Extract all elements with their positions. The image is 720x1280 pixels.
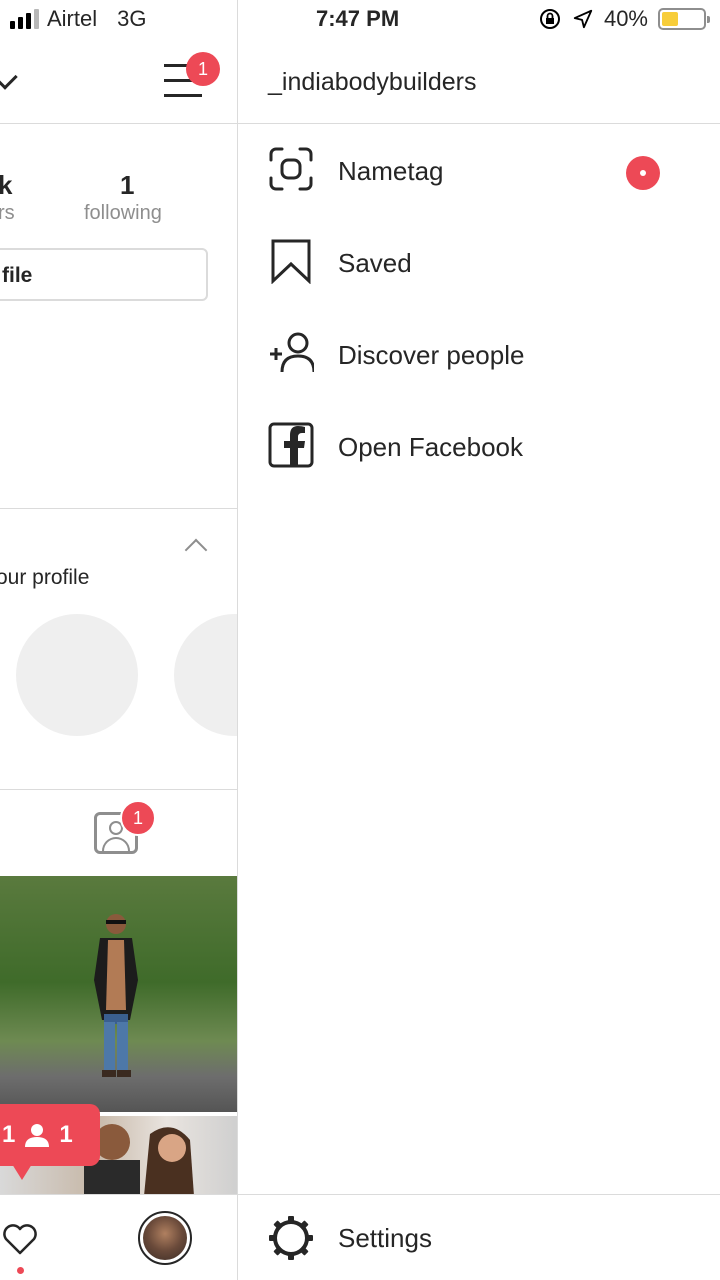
activity-bubble-count-left: 1 xyxy=(2,1121,16,1148)
battery-fill xyxy=(662,12,678,26)
battery-percent: 40% xyxy=(603,6,648,31)
battery-icon xyxy=(658,8,710,30)
divider xyxy=(0,508,237,509)
status-time: 7:47 PM xyxy=(316,6,400,31)
following-count[interactable]: 1 xyxy=(120,170,134,201)
suggestions-text: our profile xyxy=(0,566,90,589)
menu-item-discover-people[interactable]: Discover people xyxy=(238,308,720,400)
settings-label: Settings xyxy=(338,1223,432,1253)
tagged-badge: 1 xyxy=(120,800,156,836)
profile-header: 1 xyxy=(0,40,237,124)
menu-item-label: Saved xyxy=(338,248,412,278)
nametag-icon xyxy=(269,147,313,191)
follower-request-count: 1 xyxy=(59,1121,73,1148)
followers-label: rs xyxy=(0,202,15,224)
activity-notification-bubble[interactable]: 1 1 xyxy=(0,1104,100,1180)
activity-dot xyxy=(17,1267,24,1274)
profile-panel[interactable]: 1 k rs 1 following file our profile 1 xyxy=(0,0,238,1280)
person-icon xyxy=(25,1124,50,1147)
bookmark-icon xyxy=(271,239,311,284)
divider xyxy=(0,789,237,790)
menu-item-open-facebook[interactable]: Open Facebook xyxy=(238,400,720,492)
gear-icon xyxy=(269,1216,313,1260)
bottom-nav xyxy=(0,1194,237,1280)
account-username: _indiabodybuilders xyxy=(268,68,477,96)
suggestion-avatar[interactable] xyxy=(16,614,138,736)
status-right: 40% xyxy=(538,6,710,32)
bodybuilder-figure xyxy=(94,914,138,1077)
menu-notification-badge: 1 xyxy=(186,52,220,86)
chevron-up-icon[interactable] xyxy=(184,538,208,562)
heart-icon[interactable] xyxy=(0,1219,40,1259)
menu-header: _indiabodybuilders xyxy=(238,40,720,124)
menu-item-saved[interactable]: Saved xyxy=(238,216,720,308)
chevron-down-icon[interactable] xyxy=(0,64,18,90)
facebook-icon xyxy=(268,422,314,468)
network-type: 3G xyxy=(117,6,147,31)
edit-profile-button[interactable]: file xyxy=(0,248,208,301)
status-left: Airtel 3G xyxy=(10,6,146,32)
menu-item-label: Discover people xyxy=(338,340,525,370)
suggestion-avatar[interactable] xyxy=(174,614,237,736)
menu-item-nametag[interactable]: Nametag xyxy=(238,124,720,216)
signal-icon xyxy=(10,9,39,29)
followers-count[interactable]: k xyxy=(0,170,12,201)
rotation-lock-icon xyxy=(539,9,560,29)
profile-avatar[interactable] xyxy=(138,1211,192,1265)
nametag-badge xyxy=(626,156,660,190)
menu-item-label: Open Facebook xyxy=(338,432,524,462)
location-icon xyxy=(573,9,593,29)
following-label: following xyxy=(84,202,162,224)
settings-button[interactable]: Settings xyxy=(238,1194,720,1280)
add-person-icon xyxy=(270,332,314,373)
menu-item-label: Nametag xyxy=(338,156,444,186)
carrier-name: Airtel xyxy=(47,6,98,31)
post-thumbnail[interactable] xyxy=(0,876,237,1112)
side-menu: _indiabodybuilders Nametag Saved Discove… xyxy=(238,0,720,1280)
status-bar: Airtel 3G 7:47 PM 40% xyxy=(0,0,720,40)
